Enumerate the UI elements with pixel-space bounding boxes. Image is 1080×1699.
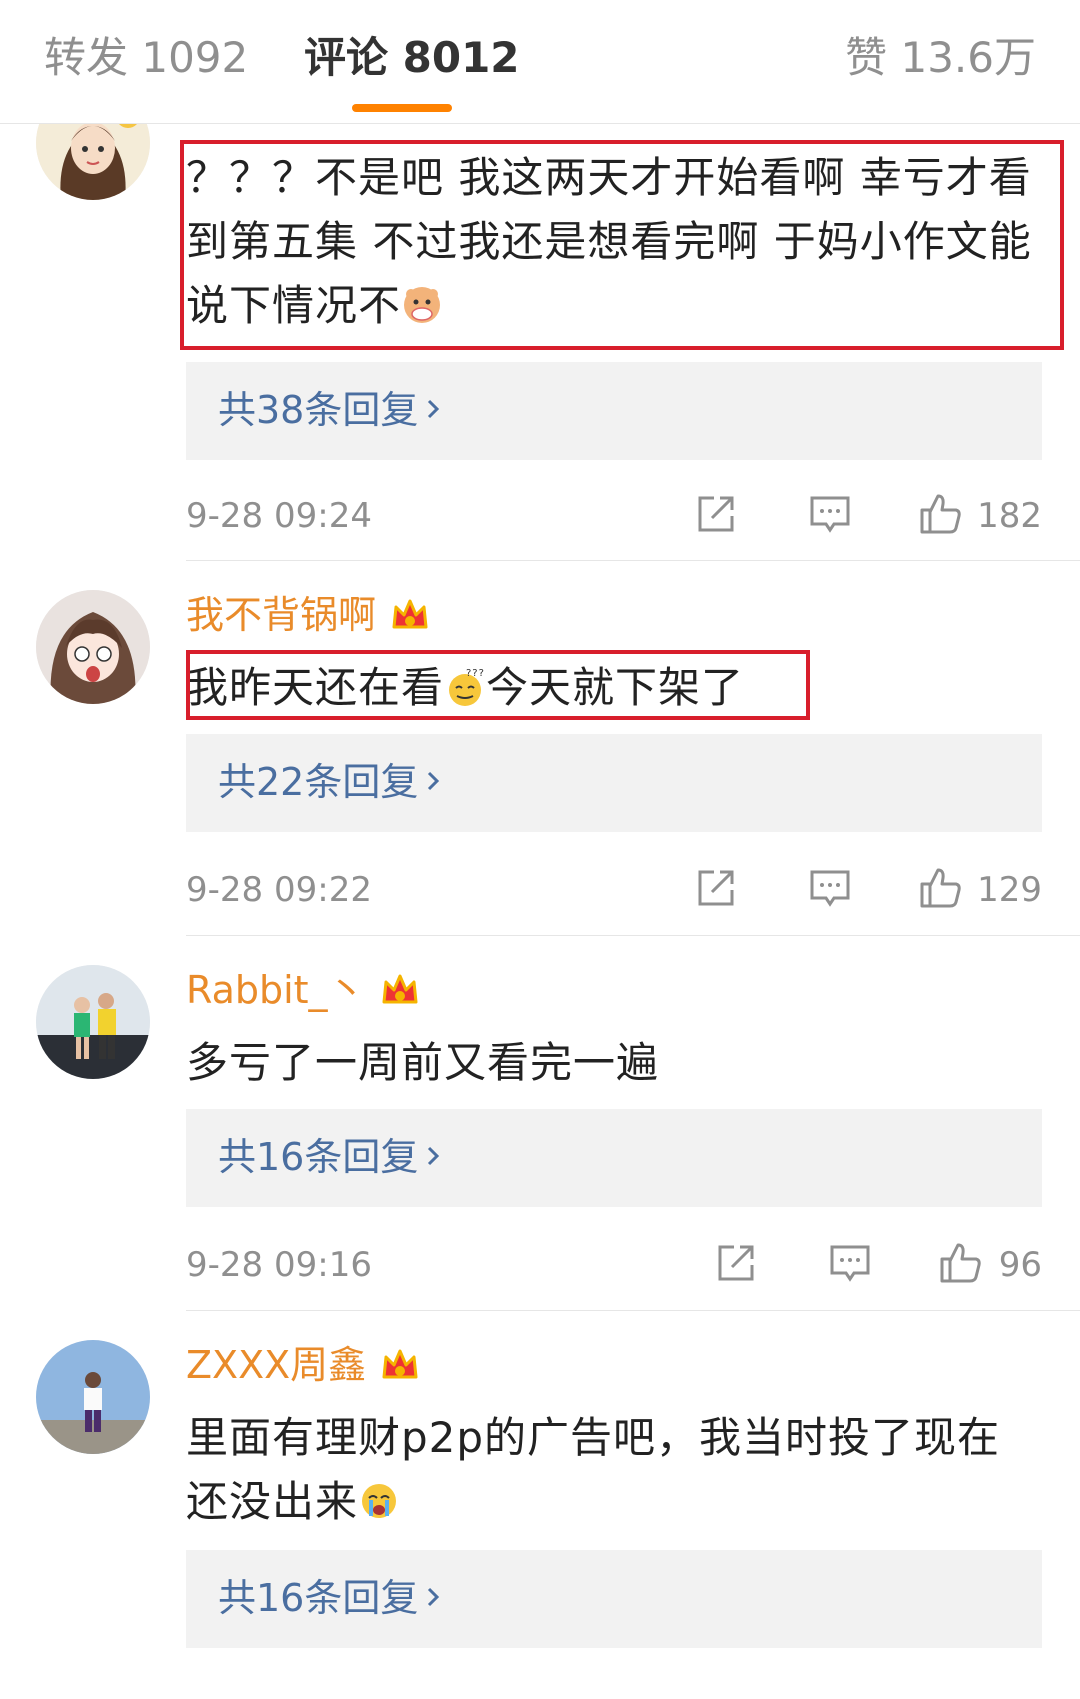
like-icon[interactable] bbox=[916, 490, 964, 538]
comment-meta: 9-28 09:16 96 bbox=[186, 1235, 1042, 1295]
like-icon[interactable] bbox=[916, 864, 964, 912]
like-count: 182 bbox=[977, 496, 1042, 536]
svg-text:???: ??? bbox=[466, 668, 485, 679]
chevron-right-icon bbox=[422, 770, 444, 792]
crown-badge-icon bbox=[390, 595, 430, 635]
username[interactable]: 我不背锅啊 bbox=[186, 590, 430, 640]
active-tab-indicator bbox=[352, 104, 452, 112]
comment-text: 我昨天还在看??? 今天就下架了 bbox=[186, 663, 745, 712]
replies-button[interactable]: 共16条回复 bbox=[186, 1550, 1042, 1648]
comment-item: Rabbit_丶 多亏了一周前又看完一遍 共16条回复 9-28 09:16 9… bbox=[0, 935, 1080, 1310]
comment-item: 我不背锅啊 我昨天还在看??? 今天就下架了 共22条回复 9-28 09:22 … bbox=[0, 560, 1080, 935]
replies-button[interactable]: 共22条回复 bbox=[186, 734, 1042, 832]
avatar[interactable] bbox=[36, 1340, 150, 1454]
comment-meta: 9-28 09:22 129 bbox=[186, 860, 1042, 920]
username[interactable]: Rabbit_丶 bbox=[186, 965, 420, 1015]
crown-badge-icon bbox=[380, 1345, 420, 1385]
replies-button[interactable]: 共16条回复 bbox=[186, 1109, 1042, 1207]
tab-comments[interactable]: 评论 8012 bbox=[304, 30, 520, 86]
crown-badge-icon bbox=[380, 970, 420, 1010]
timestamp: 9-28 09:22 bbox=[186, 870, 372, 910]
share-icon[interactable] bbox=[692, 490, 740, 538]
username[interactable]: ZXXX周鑫 bbox=[186, 1340, 420, 1390]
comment-icon[interactable] bbox=[826, 1239, 874, 1287]
like-icon[interactable] bbox=[936, 1239, 984, 1287]
replies-button[interactable]: 共38条回复 bbox=[186, 362, 1042, 460]
comment-item: ZXXX周鑫 里面有理财p2p的广告吧，我当时投了现在还没出来 共16条回复 bbox=[0, 1310, 1080, 1699]
chevron-right-icon bbox=[422, 1586, 444, 1608]
timestamp: 9-28 09:24 bbox=[186, 496, 372, 536]
like-count: 96 bbox=[998, 1245, 1042, 1285]
crying-face-icon bbox=[358, 1480, 400, 1522]
comment-text: 里面有理财p2p的广告吧，我当时投了现在还没出来 bbox=[186, 1413, 1001, 1526]
avatar[interactable] bbox=[36, 965, 150, 1079]
chevron-right-icon bbox=[422, 1145, 444, 1167]
avatar[interactable] bbox=[36, 590, 150, 704]
tab-bar: 转发 1092 评论 8012 赞 13.6万 bbox=[0, 0, 1080, 124]
like-count: 129 bbox=[977, 870, 1042, 910]
timestamp: 9-28 09:16 bbox=[186, 1245, 372, 1285]
share-icon[interactable] bbox=[692, 864, 740, 912]
doge-hug-icon bbox=[401, 284, 443, 326]
tab-reposts[interactable]: 转发 1092 bbox=[44, 30, 248, 86]
share-icon[interactable] bbox=[712, 1239, 760, 1287]
comment-text: ？？？不是吧 我这两天才开始看啊 幸亏才看到第五集 不过我还是想看完啊 于妈小作… bbox=[186, 153, 1032, 330]
tab-likes[interactable]: 赞 13.6万 bbox=[845, 30, 1036, 86]
comment-text: 多亏了一周前又看完一遍 bbox=[186, 1038, 660, 1087]
comment-icon[interactable] bbox=[806, 490, 854, 538]
comment-icon[interactable] bbox=[806, 864, 854, 912]
comment-meta: 9-28 09:24 182 bbox=[186, 486, 1042, 546]
dizzy-face-icon: ??? bbox=[444, 666, 486, 708]
chevron-right-icon bbox=[422, 398, 444, 420]
